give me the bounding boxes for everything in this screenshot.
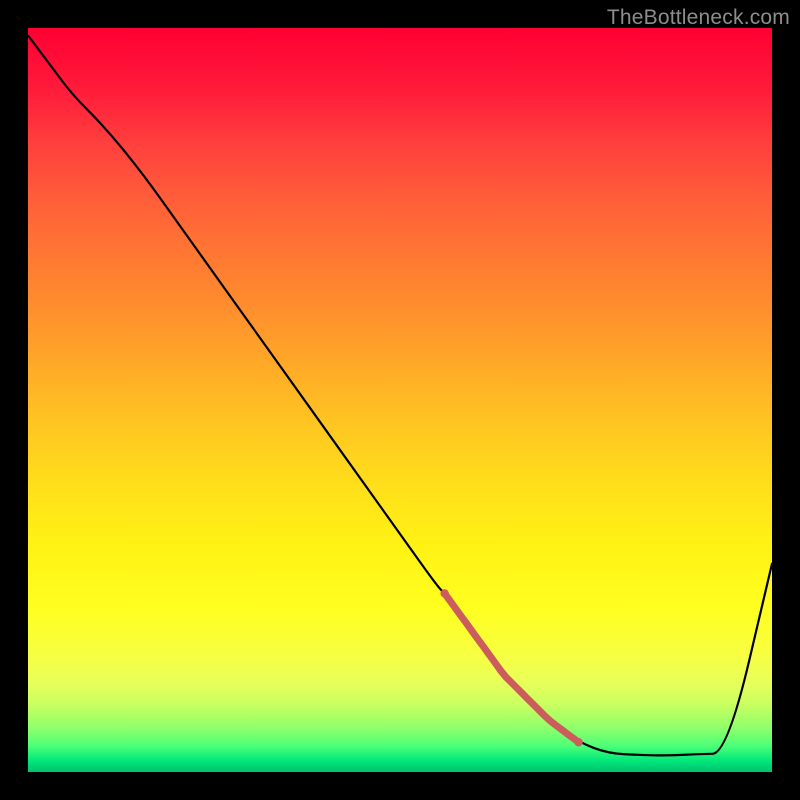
chart-frame: TheBottleneck.com <box>0 0 800 800</box>
plot-area <box>28 28 772 772</box>
optimal-zone-marker <box>445 593 579 742</box>
optimal-endpoint-left <box>440 589 448 597</box>
chart-svg <box>28 28 772 772</box>
bottleneck-curve <box>28 35 772 755</box>
optimal-endpoint-right <box>574 738 582 746</box>
watermark-text: TheBottleneck.com <box>607 6 790 30</box>
